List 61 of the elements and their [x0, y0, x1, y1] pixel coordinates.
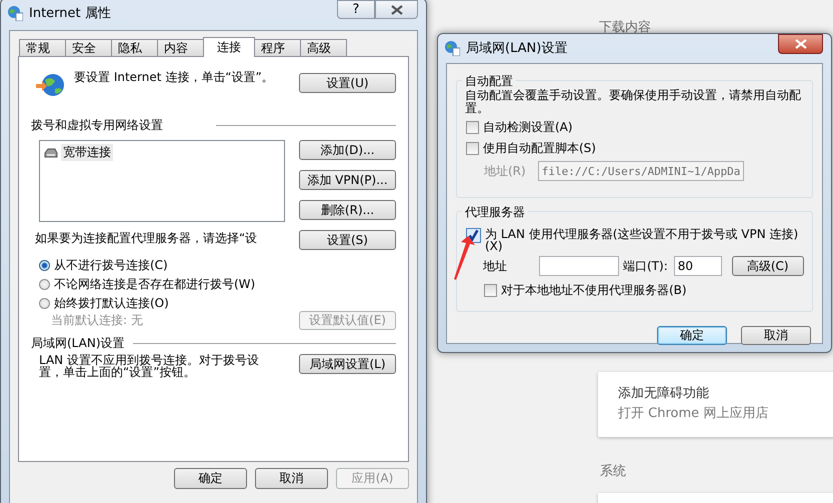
section-heading: 局域网(LAN)设置	[31, 335, 125, 352]
close-icon	[794, 39, 806, 49]
tab[interactable]: 高级	[300, 39, 347, 56]
globe-icon	[7, 5, 23, 21]
field-label: 端口(T):	[623, 258, 668, 274]
field-label: 地址	[483, 258, 508, 274]
tab[interactable]: 程序	[254, 39, 301, 56]
checkbox[interactable]	[484, 284, 497, 297]
close-button[interactable]	[778, 34, 823, 54]
checkbox-label[interactable]: 为 LAN 使用代理服务器(这些设置不用于拨号或 VPN 连接)(X)	[485, 228, 806, 252]
tab[interactable]: 隐私	[111, 39, 158, 56]
window-title: 局域网(LAN)设置	[466, 40, 568, 57]
checkbox[interactable]	[466, 121, 479, 134]
field-label: 地址(R)	[484, 162, 526, 180]
dialog-button[interactable]: 取消	[255, 468, 328, 489]
radio-button[interactable]	[39, 298, 50, 309]
group-title: 代理服务器	[462, 204, 528, 221]
address-field[interactable]	[539, 256, 619, 276]
close-button[interactable]	[375, 0, 418, 19]
lan-settings-button[interactable]: 局域网设置(L)	[299, 354, 396, 374]
dialog-button[interactable]: 确定	[174, 468, 247, 489]
card-text[interactable]: 添加无障碍功能	[618, 384, 833, 404]
card-text[interactable]: 打开 Chrome 网上应用店	[618, 404, 833, 424]
network-icon	[43, 146, 59, 158]
radio-button[interactable]	[39, 279, 50, 290]
settings-button[interactable]: 设置(U)	[299, 73, 396, 93]
status-text: 当前默认连接: 无	[51, 312, 143, 329]
checkbox-label[interactable]: 对于本地地址不使用代理服务器(B)	[501, 282, 687, 299]
window-title: Internet 属性	[29, 5, 111, 22]
tab[interactable]: 常规	[19, 39, 66, 56]
instruction-text: 要设置 Internet 连接，单击“设置”。	[74, 71, 275, 84]
radio-label[interactable]: 从不进行拨号连接(C)	[54, 257, 168, 274]
connection-button[interactable]: 删除(R)...	[299, 200, 396, 220]
help-button[interactable]: ?	[337, 0, 375, 19]
checkbox[interactable]	[466, 142, 479, 155]
list-item[interactable]: 宽带连接	[61, 144, 113, 161]
section-heading: 下载内容	[599, 19, 651, 36]
checkbox-label[interactable]: 使用自动配置脚本(S)	[483, 140, 596, 157]
radio-button[interactable]	[39, 260, 50, 271]
tab[interactable]: 内容	[157, 39, 204, 56]
tab[interactable]: 连接	[203, 37, 255, 57]
globe-icon	[444, 40, 460, 56]
tab[interactable]: 安全	[65, 39, 112, 56]
settings-button[interactable]: 设置(S)	[299, 230, 396, 250]
dialog-button[interactable]: 确定	[657, 326, 727, 345]
advanced-button[interactable]: 高级(C)	[732, 256, 804, 276]
radio-label[interactable]: 不论网络连接是否存在都进行拨号(W)	[54, 276, 256, 293]
port-field[interactable]: 80	[674, 256, 722, 276]
connection-button[interactable]: 添加 VPN(P)...	[299, 170, 396, 190]
close-icon	[390, 4, 402, 14]
address-field[interactable]: file://C:/Users/ADMINI~1/AppDa	[538, 161, 744, 181]
group-title: 自动配置	[462, 73, 516, 90]
instruction-text: 如果要为连接配置代理服务器，请选择“设	[35, 230, 258, 247]
connection-button[interactable]: 添加(D)...	[299, 140, 396, 160]
section-heading: 拨号和虚拟专用网络设置	[31, 117, 163, 134]
instruction-text: LAN 设置不应用到拨号连接。对于拨号设置，单击上面的“设置”按钮。	[39, 354, 260, 378]
checkbox-label[interactable]: 自动检测设置(A)	[483, 119, 573, 136]
annotation-arrow	[452, 236, 476, 280]
section-heading: 系统	[600, 463, 626, 480]
radio-label[interactable]: 始终拨打默认连接(O)	[54, 295, 169, 312]
dialog-button[interactable]: 取消	[741, 326, 811, 345]
